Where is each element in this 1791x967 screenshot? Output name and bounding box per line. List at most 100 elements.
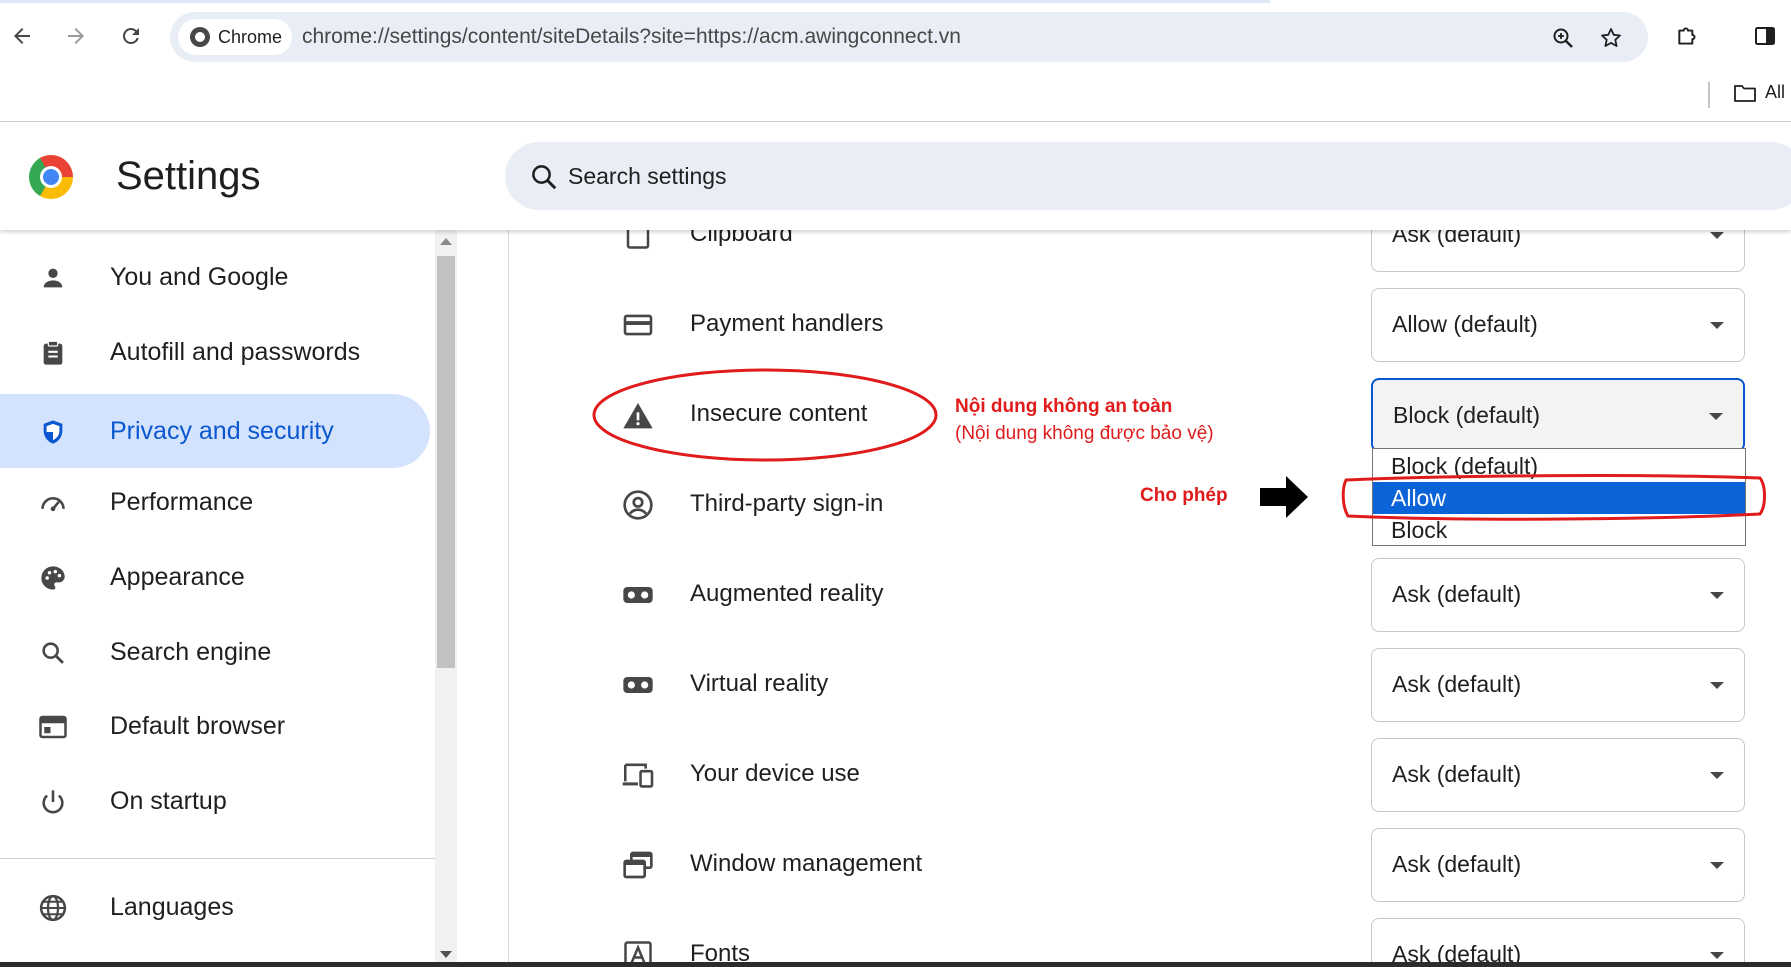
tab-strip-accent (0, 0, 1270, 3)
permission-select-virtual-reality[interactable]: Ask (default) (1371, 648, 1745, 722)
chrome-logo-icon (29, 155, 73, 199)
permission-row-fonts: Fonts Ask (default) (509, 910, 1791, 967)
permission-label: Your device use (690, 760, 860, 787)
clipboard-icon (38, 338, 68, 368)
all-bookmarks-button[interactable]: All (1733, 82, 1785, 103)
scroll-up-arrow-icon[interactable] (440, 238, 452, 245)
shield-icon (38, 417, 68, 447)
reload-icon (122, 27, 139, 44)
folder-icon (1734, 84, 1756, 102)
url-text[interactable]: chrome://settings/content/siteDetails?si… (302, 25, 961, 49)
globe-icon (38, 893, 68, 923)
reload-button[interactable] (113, 18, 149, 54)
taskbar-edge (0, 962, 1791, 967)
sidebar-item-label: Autofill and passwords (110, 337, 361, 366)
vr-headset-icon (621, 578, 655, 612)
person-icon (38, 263, 68, 293)
search-icon (529, 162, 559, 192)
chevron-down-icon (1710, 592, 1724, 599)
browser-window-icon (38, 712, 68, 742)
zoom-icon[interactable] (1550, 25, 1576, 51)
side-panel-button[interactable] (1747, 18, 1783, 54)
permission-select-insecure-content[interactable]: Block (default) (1371, 378, 1745, 452)
permission-select-fonts[interactable]: Ask (default) (1371, 918, 1745, 967)
browser-toolbar: Chrome chrome://settings/content/siteDet… (0, 0, 1791, 72)
sidebar-item-you-and-google[interactable]: You and Google (0, 240, 430, 314)
bookmarks-separator (1708, 82, 1710, 108)
extensions-button[interactable] (1670, 18, 1706, 54)
permission-label: Augmented reality (690, 580, 884, 607)
settings-sidebar: You and Google Autofill and passwords Pr… (0, 230, 435, 967)
sidebar-item-autofill[interactable]: Autofill and passwords (0, 315, 430, 389)
sidebar-item-on-startup[interactable]: On startup (0, 764, 430, 838)
sidebar-item-label: On startup (110, 786, 227, 815)
chrome-logo-icon (190, 27, 210, 47)
arrow-left-icon (14, 28, 30, 44)
back-button[interactable] (4, 18, 40, 54)
devices-icon (621, 758, 655, 792)
sidebar-item-appearance[interactable]: Appearance (0, 540, 430, 614)
arrow-right-icon (68, 28, 84, 44)
permission-label: Payment handlers (690, 310, 884, 337)
address-bar[interactable]: Chrome chrome://settings/content/siteDet… (170, 12, 1648, 62)
permission-row-device-use: Your device use Ask (default) (509, 730, 1791, 820)
search-icon (38, 638, 68, 668)
sidebar-divider (0, 858, 435, 859)
forward-button[interactable] (58, 18, 94, 54)
credit-card-icon (621, 308, 655, 342)
chevron-down-icon (1710, 952, 1724, 959)
bookmarks-bar: All (0, 72, 1791, 122)
select-value: Block (default) (1393, 402, 1541, 428)
chevron-down-icon (1710, 322, 1724, 329)
annotation-allow-note: Cho phép (1140, 485, 1228, 506)
account-circle-icon (621, 488, 655, 522)
sidebar-item-label: You and Google (110, 262, 289, 291)
page-title: Settings (116, 154, 261, 198)
permission-row-augmented-reality: Augmented reality Ask (default) (509, 550, 1791, 640)
permission-label: Clipboard (690, 230, 793, 247)
scrollbar-thumb[interactable] (437, 256, 455, 668)
permission-row-virtual-reality: Virtual reality Ask (default) (509, 640, 1791, 730)
permission-label: Virtual reality (690, 670, 829, 697)
select-value: Ask (default) (1392, 761, 1522, 787)
sidebar-scrollbar[interactable] (435, 230, 457, 967)
site-chip-label: Chrome (218, 26, 283, 47)
sidebar-item-label: Search engine (110, 637, 272, 666)
palette-icon (38, 563, 68, 593)
chevron-down-icon (1710, 772, 1724, 779)
puzzle-piece-icon (1678, 27, 1696, 45)
site-chip[interactable]: Chrome (178, 19, 292, 55)
permission-select-window-management[interactable]: Ask (default) (1371, 828, 1745, 902)
speedometer-icon (38, 488, 68, 518)
settings-search-box[interactable] (505, 142, 1791, 210)
permission-select-augmented-reality[interactable]: Ask (default) (1371, 558, 1745, 632)
sidebar-item-default-browser[interactable]: Default browser (0, 689, 430, 763)
sidebar-item-performance[interactable]: Performance (0, 465, 430, 539)
sidebar-item-label: Privacy and security (110, 416, 334, 445)
power-icon (38, 787, 68, 817)
highlight-box-allow-option (1341, 474, 1766, 521)
bookmark-star-icon[interactable] (1598, 25, 1624, 51)
permission-row-window-management: Window management Ask (default) (509, 820, 1791, 910)
permission-label: Window management (690, 850, 923, 877)
scroll-down-arrow-icon[interactable] (440, 951, 452, 958)
highlight-ellipse-insecure-content (592, 368, 938, 462)
permission-row-clipboard: Clipboard Ask (default) (509, 230, 1791, 280)
chevron-down-icon (1710, 682, 1724, 689)
arrow-right-icon (1260, 476, 1308, 518)
chevron-down-icon (1709, 413, 1723, 420)
sidebar-item-languages[interactable]: Languages (0, 870, 430, 944)
select-value: Ask (default) (1392, 671, 1522, 697)
sidebar-item-privacy-and-security[interactable]: Privacy and security (0, 394, 430, 468)
permission-select-clipboard[interactable]: Ask (default) (1371, 230, 1745, 272)
select-value: Ask (default) (1392, 581, 1522, 607)
permission-select-payment-handlers[interactable]: Allow (default) (1371, 288, 1745, 362)
side-panel-icon (1755, 27, 1775, 45)
sidebar-item-search-engine[interactable]: Search engine (0, 615, 430, 689)
chevron-down-icon (1710, 862, 1724, 869)
sidebar-item-label: Languages (110, 892, 234, 921)
permission-select-device-use[interactable]: Ask (default) (1371, 738, 1745, 812)
sidebar-item-label: Performance (110, 487, 254, 516)
permission-row-payment-handlers: Payment handlers Allow (default) (509, 280, 1791, 370)
search-settings-input[interactable] (568, 158, 1168, 194)
